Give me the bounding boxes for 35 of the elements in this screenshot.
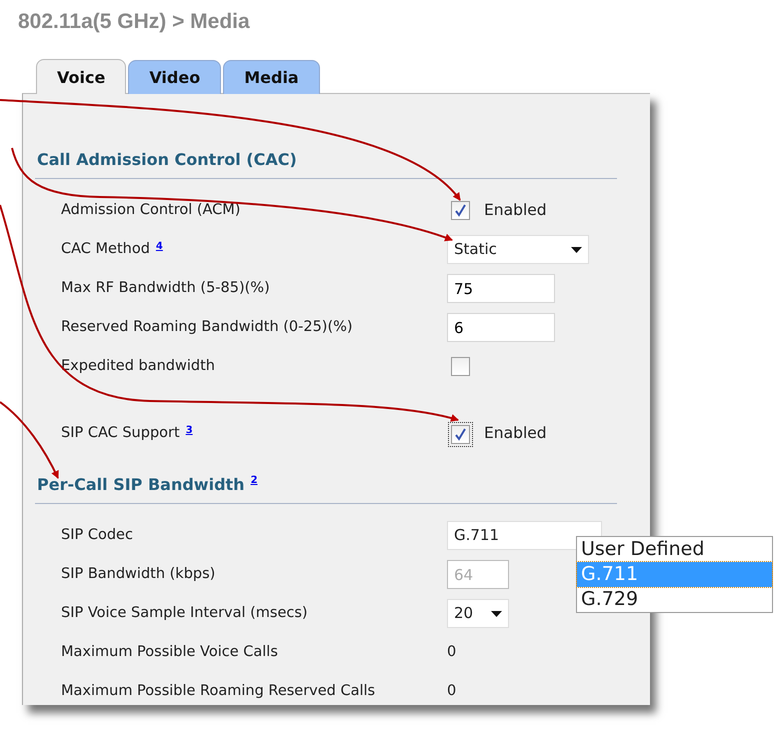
tab[interactable]: Video bbox=[128, 60, 222, 94]
input-field[interactable]: 75 bbox=[447, 274, 555, 303]
dropdown-option[interactable]: G.729 bbox=[577, 587, 772, 612]
field-label: Maximum Possible Roaming Reserved Calls bbox=[61, 682, 376, 701]
field-label: SIP CAC Support bbox=[61, 424, 180, 444]
footnote-link[interactable]: 3 bbox=[186, 423, 193, 438]
field-label: Reserved Roaming Bandwidth (0-25)(%) bbox=[61, 318, 353, 337]
field-label: SIP Voice Sample Interval (msecs) bbox=[61, 604, 308, 623]
tab[interactable]: Voice bbox=[36, 59, 126, 94]
field-label: Max RF Bandwidth (5-85)(%) bbox=[61, 278, 270, 298]
dropdown[interactable]: 20 bbox=[447, 599, 509, 628]
checkbox[interactable] bbox=[451, 201, 470, 220]
field-label: CAC Method bbox=[61, 240, 150, 259]
field-label: Admission Control (ACM) bbox=[61, 200, 240, 220]
footnote-link[interactable]: 4 bbox=[156, 238, 163, 254]
caret-icon bbox=[491, 610, 502, 616]
checkbox-label: Enabled bbox=[484, 200, 547, 221]
dropdown[interactable]: Static bbox=[447, 235, 589, 264]
field-label: Expedited bandwidth bbox=[61, 356, 215, 376]
checkmark-icon bbox=[454, 428, 467, 440]
checkbox[interactable] bbox=[451, 357, 470, 376]
field-label: SIP Bandwidth (kbps) bbox=[61, 564, 216, 584]
checkbox-label: Enabled bbox=[484, 423, 547, 444]
field-value: 0 bbox=[447, 642, 456, 662]
checkmark-icon bbox=[454, 204, 467, 217]
tab[interactable]: Media bbox=[223, 60, 320, 94]
field-value: 0 bbox=[447, 682, 456, 701]
input-field[interactable]: 6 bbox=[447, 313, 555, 342]
field-label: Maximum Possible Voice Calls bbox=[61, 642, 278, 662]
section-heading: Per-Call SIP Bandwidth bbox=[36, 474, 245, 496]
page-title: 802.11a(5 GHz) > Media bbox=[17, 9, 251, 35]
section-heading: Call Admission Control (CAC) bbox=[36, 149, 297, 171]
field-label: SIP Codec bbox=[61, 526, 133, 545]
footnote-link[interactable]: 2 bbox=[250, 473, 258, 488]
caret-icon bbox=[571, 246, 582, 252]
